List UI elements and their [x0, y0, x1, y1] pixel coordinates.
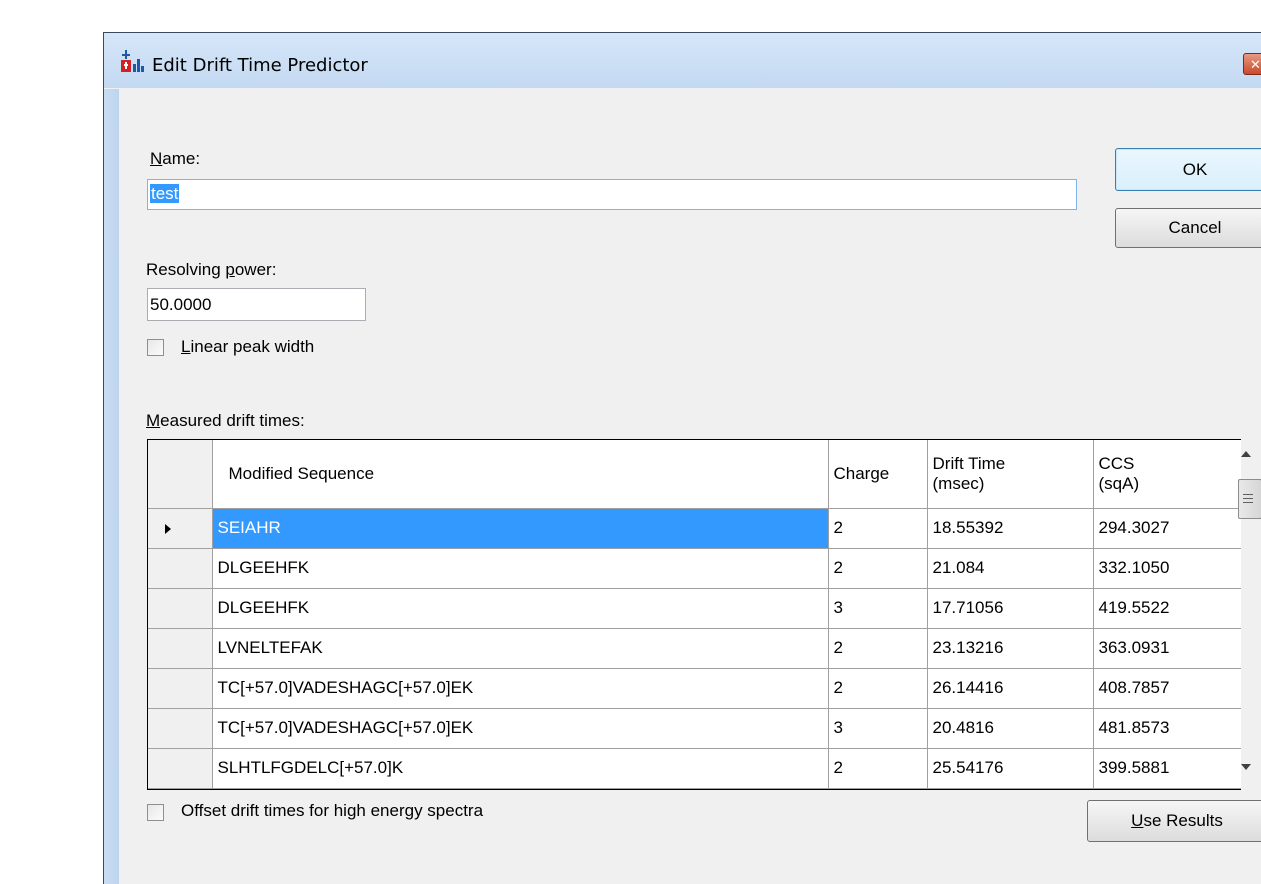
- cell-sequence[interactable]: TC[+57.0]VADESHAGC[+57.0]EK: [212, 708, 829, 749]
- table-row[interactable]: SEIAHR 2 18.55392 294.3027: [148, 508, 1242, 549]
- row-header[interactable]: [148, 588, 213, 629]
- use-results-button[interactable]: Use Results: [1087, 800, 1261, 842]
- cell-drift-time[interactable]: 20.4816: [927, 708, 1094, 749]
- close-button[interactable]: ✕: [1243, 53, 1261, 75]
- cell-drift-time[interactable]: 21.084: [927, 548, 1094, 589]
- scroll-thumb[interactable]: [1238, 479, 1261, 519]
- cell-drift-time[interactable]: 23.13216: [927, 628, 1094, 669]
- dialog-window: Edit Drift Time Predictor ✕ Name: test R…: [103, 32, 1261, 884]
- cell-sequence[interactable]: LVNELTEFAK: [212, 628, 829, 669]
- cell-charge[interactable]: 3: [828, 588, 928, 629]
- drift-times-grid[interactable]: Modified Sequence Charge Drift Time (msec…: [147, 439, 1261, 790]
- table-row[interactable]: SLHTLFGDELC[+57.0]K 2 25.54176 399.5881: [148, 748, 1242, 789]
- cell-charge[interactable]: 2: [828, 628, 928, 669]
- column-header-modified-sequence[interactable]: Modified Sequence: [212, 440, 829, 509]
- cell-charge[interactable]: 2: [828, 668, 928, 709]
- name-input-value: test: [150, 184, 180, 203]
- current-row-arrow-icon: [165, 523, 171, 534]
- cancel-button[interactable]: Cancel: [1115, 208, 1261, 248]
- grid-header-row: Modified Sequence Charge Drift Time (msec…: [148, 440, 1242, 509]
- cell-drift-time[interactable]: 25.54176: [927, 748, 1094, 789]
- row-header[interactable]: [148, 748, 213, 789]
- grid-vertical-scrollbar[interactable]: [1238, 439, 1261, 790]
- window-frame: [104, 89, 119, 884]
- cell-sequence[interactable]: DLGEEHFK: [212, 588, 829, 629]
- cell-ccs[interactable]: 419.5522: [1093, 588, 1242, 629]
- resolving-power-label: Resolving power:: [146, 260, 277, 279]
- cell-ccs[interactable]: 332.1050: [1093, 548, 1242, 589]
- name-label: Name:: [150, 149, 201, 168]
- scroll-up-arrow-icon[interactable]: [1241, 451, 1251, 457]
- cell-drift-time[interactable]: 17.71056: [927, 588, 1094, 629]
- ok-button[interactable]: OK: [1115, 148, 1261, 191]
- linear-peak-width-label[interactable]: Linear peak width: [181, 337, 314, 357]
- row-header[interactable]: [148, 628, 213, 669]
- table-row[interactable]: DLGEEHFK 3 17.71056 419.5522: [148, 588, 1242, 629]
- scroll-down-arrow-icon[interactable]: [1241, 764, 1251, 770]
- cell-drift-time[interactable]: 18.55392: [927, 508, 1094, 549]
- cell-ccs[interactable]: 363.0931: [1093, 628, 1242, 669]
- cell-sequence[interactable]: TC[+57.0]VADESHAGC[+57.0]EK: [212, 668, 829, 709]
- cell-sequence[interactable]: DLGEEHFK: [212, 548, 829, 589]
- window-title: Edit Drift Time Predictor: [152, 55, 368, 76]
- resolving-power-input[interactable]: 50.0000: [147, 288, 366, 321]
- column-header-charge[interactable]: Charge: [828, 440, 928, 509]
- table-row[interactable]: TC[+57.0]VADESHAGC[+57.0]EK 3 20.4816 48…: [148, 708, 1242, 749]
- cell-charge[interactable]: 3: [828, 708, 928, 749]
- row-header[interactable]: [148, 668, 213, 709]
- cell-sequence[interactable]: SEIAHR: [212, 508, 829, 549]
- cell-charge[interactable]: 2: [828, 548, 928, 589]
- name-input[interactable]: test: [147, 179, 1077, 210]
- cell-drift-time[interactable]: 26.14416: [927, 668, 1094, 709]
- row-header[interactable]: [148, 548, 213, 589]
- column-header-ccs[interactable]: CCS (sqA): [1093, 440, 1242, 509]
- offset-drift-times-label[interactable]: Offset drift times for high energy spect…: [181, 801, 483, 821]
- close-icon: ✕: [1250, 57, 1261, 72]
- linear-peak-width-checkbox[interactable]: [147, 339, 164, 356]
- table-row[interactable]: TC[+57.0]VADESHAGC[+57.0]EK 2 26.14416 4…: [148, 668, 1242, 709]
- row-header-corner: [148, 440, 213, 509]
- cell-ccs[interactable]: 294.3027: [1093, 508, 1242, 549]
- app-icon: [121, 50, 144, 72]
- title-bar: Edit Drift Time Predictor ✕: [104, 33, 1261, 88]
- cell-ccs[interactable]: 399.5881: [1093, 748, 1242, 789]
- cell-charge[interactable]: 2: [828, 508, 928, 549]
- cell-ccs[interactable]: 408.7857: [1093, 668, 1242, 709]
- row-header[interactable]: [148, 508, 213, 549]
- column-header-drift-time[interactable]: Drift Time (msec): [927, 440, 1094, 509]
- row-header[interactable]: [148, 708, 213, 749]
- offset-drift-times-checkbox[interactable]: [147, 804, 164, 821]
- cell-ccs[interactable]: 481.8573: [1093, 708, 1242, 749]
- cell-sequence[interactable]: SLHTLFGDELC[+57.0]K: [212, 748, 829, 789]
- table-row[interactable]: DLGEEHFK 2 21.084 332.1050: [148, 548, 1242, 589]
- table-row[interactable]: LVNELTEFAK 2 23.13216 363.0931: [148, 628, 1242, 669]
- cell-charge[interactable]: 2: [828, 748, 928, 789]
- measured-drift-times-label: Measured drift times:: [146, 411, 305, 430]
